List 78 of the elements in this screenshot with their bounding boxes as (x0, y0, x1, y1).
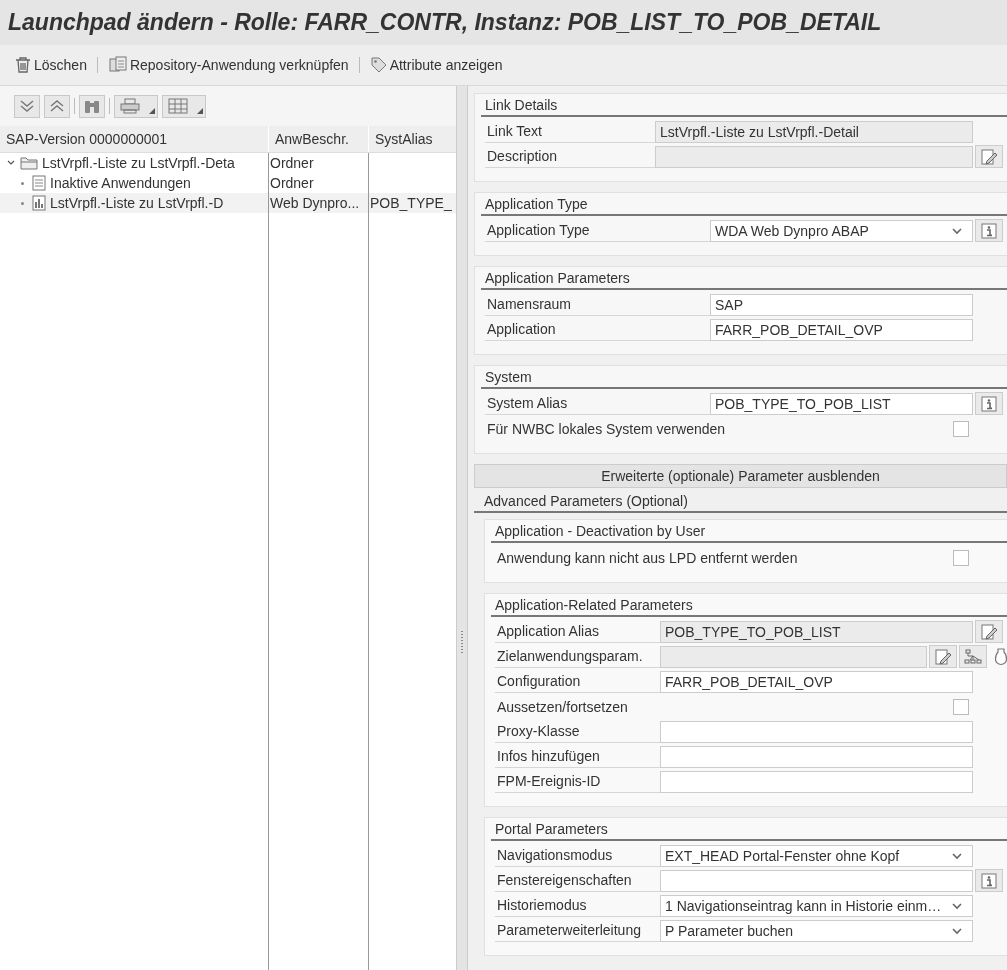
chevrons-down-icon (19, 99, 35, 113)
edit-button[interactable] (929, 645, 957, 668)
info-button[interactable] (975, 392, 1003, 415)
toggle-advanced-button[interactable]: Erweiterte (optionale) Parameter ausblenden (474, 464, 1007, 488)
chevrons-up-icon (49, 99, 65, 113)
dropdown[interactable]: WDA Web Dynpro ABAP (710, 219, 973, 242)
section-heading: Application Type (481, 193, 1007, 216)
section-heading: Application - Deactivation by User (491, 520, 1007, 543)
checkbox[interactable] (953, 420, 969, 437)
splitter-handle[interactable] (456, 86, 468, 970)
tree-node-label: LstVrpfl.-Liste zu LstVrpfl.-D (50, 195, 224, 211)
field-label: Namensraum (485, 293, 710, 316)
column-header[interactable]: SAP-Version 0000000001 (0, 126, 268, 152)
checkbox[interactable] (953, 549, 969, 566)
document-icon (32, 175, 46, 191)
checkbox-label: Aussetzen/fortsetzen (496, 698, 629, 715)
tree-row[interactable]: LstVrpfl.-Liste zu LstVrpfl.-D Web Dynpro... POB_TYPE_ (0, 193, 456, 213)
application-icon (32, 195, 46, 211)
text-field[interactable]: FARR_POB_DETAIL_OVP (710, 318, 973, 341)
binoculars-icon (83, 98, 101, 114)
section-heading: Advanced Parameters (Optional) (474, 490, 1007, 513)
printer-icon (120, 98, 140, 114)
trash-icon (14, 56, 32, 74)
table-cell: Ordner (270, 175, 314, 191)
text-field[interactable] (660, 745, 973, 768)
expand-all-button[interactable] (14, 94, 40, 118)
table-cell: Web Dynpro... (270, 195, 360, 211)
column-header[interactable]: AnwBeschr. (268, 126, 368, 152)
delete-button[interactable]: Löschen (14, 54, 87, 76)
chevron-down-icon (952, 226, 962, 235)
checkbox[interactable] (953, 698, 969, 715)
dropdown[interactable]: P Parameter buchen (660, 919, 973, 942)
documents-icon (107, 56, 128, 74)
info-button[interactable] (975, 869, 1003, 892)
text-field[interactable]: POB_TYPE_TO_POB_LIST (710, 392, 973, 415)
attributes-button[interactable]: Attribute anzeigen (369, 54, 503, 76)
tree-node-dot (21, 201, 24, 205)
text-field[interactable] (660, 869, 973, 892)
field-label: System Alias (485, 392, 710, 415)
folder-icon (20, 156, 38, 170)
tag-icon (369, 56, 388, 74)
grid-icon (168, 98, 188, 114)
section-heading: Application-Related Parameters (491, 594, 1007, 617)
text-field[interactable] (660, 770, 973, 793)
link-button[interactable]: Repository-Anwendung verknüpfen (107, 54, 349, 76)
info-button[interactable] (975, 219, 1003, 242)
window-title: Launchpad ändern - Rolle: FARR_CONTR, Instanz: POB_LIST_TO_POB_DETAIL (8, 9, 882, 36)
dropdown-corner-icon (197, 107, 203, 114)
checkbox-label: Anwendung kann nicht aus LPD entfernt werden (496, 549, 799, 566)
tree-node-dot (21, 181, 24, 185)
layout-button[interactable] (162, 94, 206, 118)
tree-node-label: LstVrpfl.-Liste zu LstVrpfl.-Deta (42, 155, 235, 171)
text-field[interactable]: SAP (710, 293, 973, 316)
edit-button[interactable] (975, 620, 1003, 643)
table-cell: POB_TYPE_ (370, 195, 452, 211)
dropdown[interactable]: EXT_HEAD Portal-Fenster ohne Kopf (660, 844, 973, 867)
edit-button[interactable] (975, 145, 1003, 168)
dropdown-corner-icon (149, 107, 155, 114)
chevron-down-icon (952, 901, 962, 910)
field-label: Application (485, 318, 710, 341)
chevron-down-icon (952, 926, 962, 935)
text-field[interactable] (660, 720, 973, 743)
collapse-all-button[interactable] (44, 94, 70, 118)
checkbox-label: Für NWBC lokales System verwenden (486, 420, 727, 437)
tree-node-label: Inaktive Anwendungen (50, 175, 191, 191)
print-button[interactable] (114, 94, 158, 118)
section-heading: Application Parameters (481, 267, 1007, 290)
search-button[interactable] (79, 94, 105, 118)
mapping-button[interactable] (959, 645, 987, 668)
table-cell: Ordner (270, 155, 314, 171)
section-heading: System (481, 366, 1007, 389)
chevron-down-icon (952, 851, 962, 860)
section-heading: Link Details (481, 94, 1007, 117)
field-label: Application Type (485, 219, 710, 242)
tree-row[interactable]: LstVrpfl.-Liste zu LstVrpfl.-Deta Ordner (0, 153, 456, 173)
dropdown[interactable]: 1 Navigationseintrag kann in Historie einm… (660, 894, 973, 917)
text-field[interactable]: FARR_POB_DETAIL_OVP (660, 670, 973, 693)
section-heading: Portal Parameters (491, 818, 1007, 841)
